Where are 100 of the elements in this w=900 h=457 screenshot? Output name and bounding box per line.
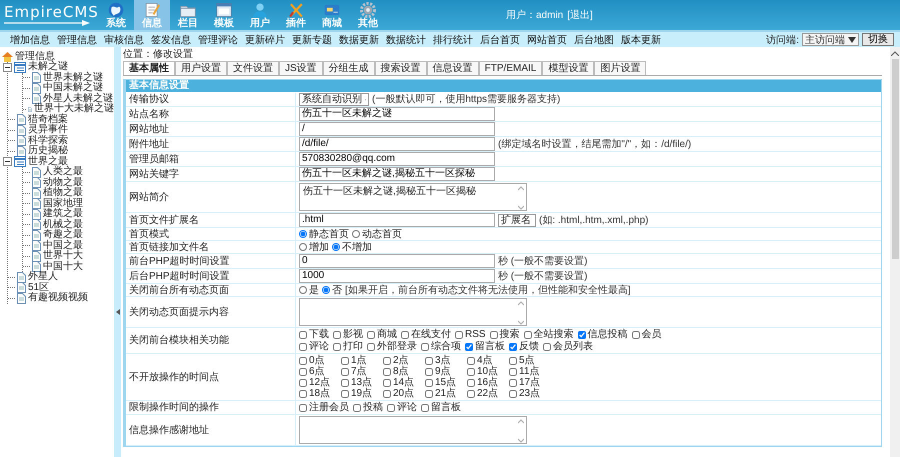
radio-button[interactable] xyxy=(332,243,340,251)
settings-tab[interactable]: 用户设置 xyxy=(175,61,227,75)
settings-tab[interactable]: 信息设置 xyxy=(426,61,479,75)
checkbox[interactable] xyxy=(509,390,517,398)
checkbox[interactable] xyxy=(509,356,517,364)
input-field[interactable]: / xyxy=(299,122,495,136)
menu-link[interactable]: 更新专题 xyxy=(292,32,332,46)
checkbox[interactable] xyxy=(401,330,409,338)
tree-item[interactable]: 外星人未解之谜 xyxy=(43,94,113,104)
text-area[interactable]: 伤五十一区未解之谜,揭秘五十一区揭秘 xyxy=(299,183,527,211)
checkbox[interactable] xyxy=(578,330,586,338)
radio-button[interactable] xyxy=(299,230,307,238)
checkbox[interactable] xyxy=(333,330,341,338)
checkbox[interactable] xyxy=(467,390,475,398)
dropdown[interactable]: 系统自动识别 xyxy=(299,93,369,106)
checkbox[interactable] xyxy=(425,390,433,398)
checkbox[interactable] xyxy=(467,378,475,386)
settings-tab[interactable]: FTP/EMAIL xyxy=(478,61,542,75)
checkbox[interactable] xyxy=(299,378,307,386)
settings-tab[interactable]: JS设置 xyxy=(279,61,323,75)
radio-button[interactable] xyxy=(299,243,307,251)
checkbox[interactable] xyxy=(455,330,463,338)
checkbox[interactable] xyxy=(467,368,475,376)
checkbox[interactable] xyxy=(425,378,433,386)
tree-item[interactable]: 人类之最 xyxy=(43,167,83,178)
tree-item[interactable]: 历史揭秘 xyxy=(28,146,68,156)
checkbox[interactable] xyxy=(299,330,307,338)
checkbox[interactable] xyxy=(299,390,307,398)
text-area[interactable] xyxy=(299,298,527,326)
checkbox[interactable] xyxy=(341,390,349,398)
menu-link[interactable]: 管理信息 xyxy=(57,32,97,46)
menu-link[interactable]: 审核信息 xyxy=(104,32,144,46)
checkbox[interactable] xyxy=(383,356,391,364)
menu-link[interactable]: 管理评论 xyxy=(198,32,238,46)
collapse-icon[interactable] xyxy=(3,157,12,166)
tree-item[interactable]: 中国之最 xyxy=(43,240,83,251)
settings-tab[interactable]: 分组生成 xyxy=(322,61,375,75)
checkbox[interactable] xyxy=(383,368,391,376)
menu-link[interactable]: 版本更新 xyxy=(621,32,661,46)
checkbox[interactable] xyxy=(632,330,640,338)
checkbox[interactable] xyxy=(467,356,475,364)
checkbox[interactable] xyxy=(353,404,361,412)
tree-item[interactable]: 国家地理 xyxy=(43,198,83,209)
tree-item[interactable]: 奇趣之最 xyxy=(43,230,83,240)
input-field[interactable]: 0 xyxy=(299,254,495,268)
checkbox[interactable] xyxy=(543,342,551,350)
menu-link[interactable]: 增加信息 xyxy=(10,32,50,46)
radio-button[interactable] xyxy=(322,286,330,294)
menu-link[interactable]: 更新碎片 xyxy=(245,32,285,46)
tree-item[interactable]: 有趣视频视频 xyxy=(28,293,88,304)
settings-tab[interactable]: 图片设置 xyxy=(594,61,646,75)
tree-item[interactable]: 中国十大 xyxy=(43,262,83,272)
menu-link[interactable]: 后台首页 xyxy=(480,32,520,46)
menu-link[interactable]: 网站首页 xyxy=(527,32,567,46)
tree-item[interactable]: 世界十大 xyxy=(43,251,83,262)
checkbox[interactable] xyxy=(367,342,375,350)
settings-tab[interactable]: 文件设置 xyxy=(227,61,279,75)
checkbox[interactable] xyxy=(387,404,395,412)
checkbox[interactable] xyxy=(509,368,517,376)
scroll-bar[interactable] xyxy=(890,47,900,457)
checkbox[interactable] xyxy=(341,356,349,364)
checkbox[interactable] xyxy=(367,330,375,338)
tree-item[interactable]: 中国未解之谜 xyxy=(43,83,103,94)
radio-button[interactable] xyxy=(352,230,360,238)
tree-item[interactable]: 世界之最 xyxy=(28,156,68,167)
menu-link[interactable]: 后台地图 xyxy=(574,32,614,46)
checkbox[interactable] xyxy=(509,342,517,350)
tree-item[interactable]: 管理信息 xyxy=(15,52,55,62)
checkbox[interactable] xyxy=(490,330,498,338)
terminal-select[interactable]: 主访问端 xyxy=(802,33,859,46)
checkbox[interactable] xyxy=(421,342,429,350)
tree-item[interactable]: 世界十大未解之谜 xyxy=(34,104,114,114)
checkbox[interactable] xyxy=(509,378,517,386)
checkbox[interactable] xyxy=(383,378,391,386)
checkbox[interactable] xyxy=(341,368,349,376)
input-field[interactable]: 570830280@qq.com xyxy=(299,152,495,166)
checkbox[interactable] xyxy=(299,404,307,412)
checkbox[interactable] xyxy=(341,378,349,386)
checkbox[interactable] xyxy=(299,356,307,364)
tree-item[interactable]: 植物之最 xyxy=(43,188,83,198)
menu-link[interactable]: 数据更新 xyxy=(339,32,379,46)
tree-item[interactable]: 机械之最 xyxy=(43,220,83,230)
settings-tab[interactable]: 搜索设置 xyxy=(374,61,427,75)
tree-item[interactable]: 世界未解之谜 xyxy=(43,72,103,83)
checkbox[interactable] xyxy=(465,342,473,350)
menu-link[interactable]: 数据统计 xyxy=(386,32,426,46)
tree-item[interactable]: 灵异事件 xyxy=(28,125,68,136)
checkbox[interactable] xyxy=(425,368,433,376)
input-field[interactable]: /d/file/ xyxy=(299,137,495,151)
tree-item[interactable]: 外星人 xyxy=(28,272,58,282)
input-field[interactable]: .html xyxy=(299,213,495,227)
settings-tab[interactable]: 模型设置 xyxy=(542,61,594,75)
checkbox[interactable] xyxy=(425,356,433,364)
dropdown[interactable]: 扩展名 xyxy=(498,214,536,226)
menu-link[interactable]: 签发信息 xyxy=(151,32,191,46)
tree-item[interactable]: 建筑之最 xyxy=(43,209,83,220)
switch-button[interactable]: 切换 xyxy=(862,33,894,46)
checkbox[interactable] xyxy=(524,330,532,338)
checkbox[interactable] xyxy=(299,368,307,376)
radio-button[interactable] xyxy=(299,286,307,294)
